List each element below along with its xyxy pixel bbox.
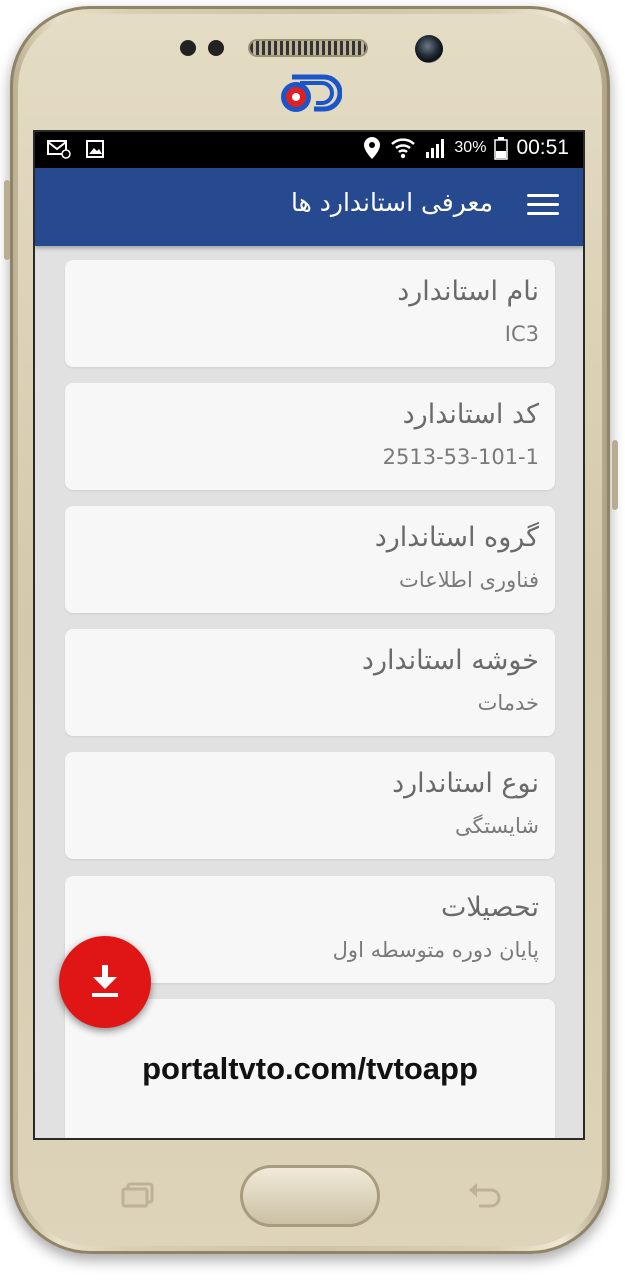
recent-apps-key[interactable] <box>120 1182 156 1208</box>
download-button[interactable] <box>59 936 151 1028</box>
earpiece-speaker <box>250 41 366 55</box>
card-title: نوع استاندارد <box>392 768 539 799</box>
app-bar: معرفی استاندارد ها <box>35 168 583 246</box>
card-value: IC3 <box>504 322 539 346</box>
info-card: کد استاندارد 2513-53-101-1 <box>65 383 555 490</box>
info-card: نوع استاندارد شایستگی <box>65 752 555 859</box>
hamburger-menu-icon[interactable] <box>527 194 559 218</box>
image-icon <box>86 140 104 158</box>
download-icon <box>92 965 118 997</box>
card-title: نام استاندارد <box>397 276 539 307</box>
location-icon <box>364 137 381 159</box>
volume-button <box>4 180 10 260</box>
card-title: تحصیلات <box>440 892 539 923</box>
tvto-logo <box>281 74 342 112</box>
sensor-dot <box>180 40 196 56</box>
card-title: کد استاندارد <box>402 399 539 430</box>
content-list: نام استاندارد IC3 کد استاندارد 2513-53-1… <box>35 246 583 1138</box>
sensor-dot <box>208 40 224 56</box>
info-card: خوشه استاندارد خدمات <box>65 629 555 736</box>
front-camera <box>415 35 443 63</box>
power-button <box>612 440 618 510</box>
card-value: 2513-53-101-1 <box>382 445 539 469</box>
footer-card: portaltvto.com/tvtoapp <box>65 999 555 1138</box>
card-title: گروه استاندارد <box>374 522 539 553</box>
back-key[interactable] <box>465 1180 505 1210</box>
phone-screen: 30% 00:51 معرفی استاندارد ها نام استاندا… <box>33 130 585 1140</box>
info-card: نام استاندارد IC3 <box>65 260 555 367</box>
home-button[interactable] <box>240 1165 380 1227</box>
card-title: خوشه استاندارد <box>361 645 539 676</box>
status-bar: 30% 00:51 <box>35 132 583 168</box>
card-value: فناوری اطلاعات <box>399 568 539 592</box>
wifi-icon <box>391 138 416 159</box>
card-value: پایان دوره متوسطه اول <box>332 938 539 962</box>
message-icon <box>47 140 71 159</box>
signal-icon <box>426 139 445 158</box>
card-value: شایستگی <box>454 814 539 838</box>
info-card: گروه استاندارد فناوری اطلاعات <box>65 506 555 613</box>
portal-url: portaltvto.com/tvtoapp <box>142 1051 478 1086</box>
page-title: معرفی استاندارد ها <box>290 188 493 217</box>
battery-percent: 30% <box>454 139 487 156</box>
clock: 00:51 <box>516 136 569 159</box>
battery-icon <box>494 137 509 160</box>
card-value: خدمات <box>477 691 539 715</box>
